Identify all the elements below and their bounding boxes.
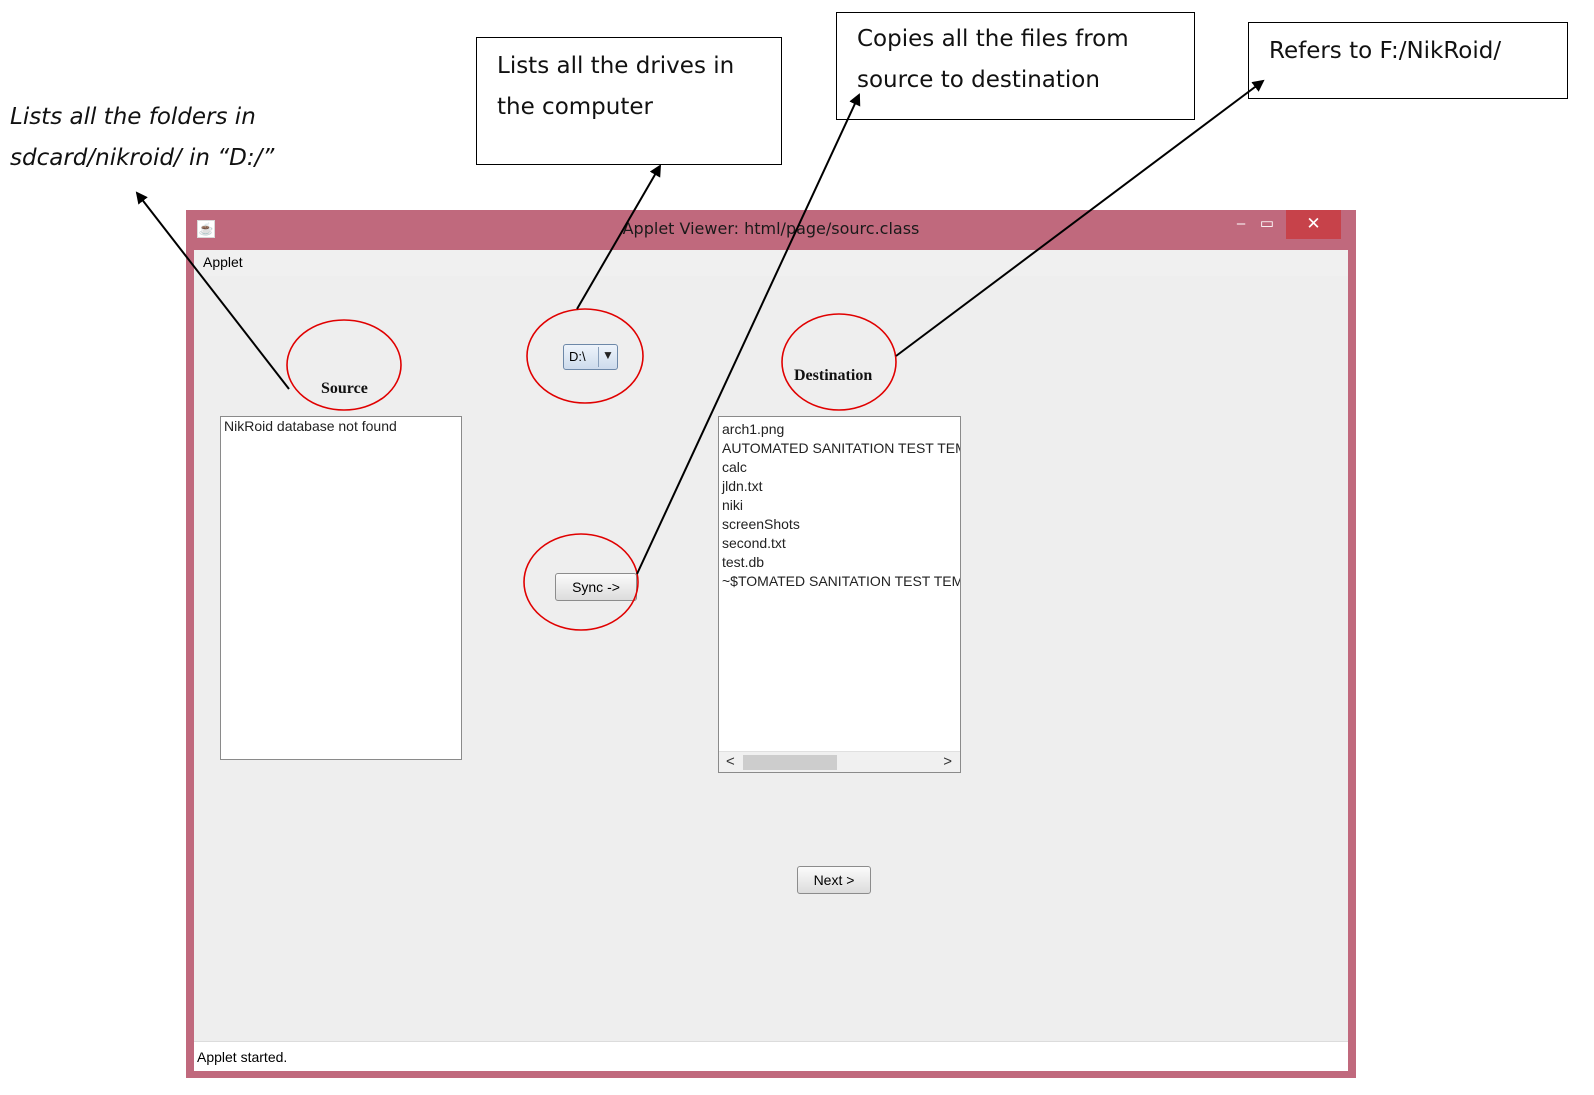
chevron-down-icon[interactable]: ▼ [602,348,614,362]
list-item[interactable]: screenShots [719,515,960,534]
applet-viewer-window: ☕ Applet Viewer: html/page/sourc.class –… [186,210,1356,1078]
status-text: Applet started. [197,1049,288,1065]
status-bar: Applet started. [194,1041,1348,1071]
copy-annotation: Copies all the files from source to dest… [836,12,1195,120]
scroll-right-icon[interactable]: > [943,753,952,770]
destination-heading: Destination [794,367,873,384]
list-item[interactable]: calc [719,458,960,477]
drives-annotation: Lists all the drives in the computer [476,37,782,165]
window-title: Applet Viewer: html/page/sourc.class [622,219,920,238]
list-item[interactable]: second.txt [719,534,960,553]
list-item[interactable]: niki [719,496,960,515]
source-heading: Source [321,380,368,397]
horizontal-scrollbar[interactable]: < > [719,751,960,772]
drive-select[interactable]: D:\ ▼ [563,344,618,370]
close-button[interactable]: ✕ [1286,210,1341,239]
menu-bar: Applet [194,250,1348,276]
minimize-button[interactable]: – [1228,210,1254,239]
destination-list[interactable]: arch1.png AUTOMATED SANITATION TEST TEMP… [718,416,961,773]
applet-client-area: Applet Source NikRoid database not found… [194,250,1348,1071]
folders-annotation: Lists all the folders in sdcard/nikroid/… [10,104,275,171]
next-button[interactable]: Next > [797,866,871,894]
sync-button[interactable]: Sync -> [555,573,637,601]
refers-annotation: Refers to F:/NikRoid/ [1248,22,1568,99]
list-item[interactable]: NikRoid database not found [221,417,461,436]
list-item[interactable]: jldn.txt [719,477,960,496]
title-bar[interactable]: ☕ Applet Viewer: html/page/sourc.class –… [186,210,1356,250]
drive-select-value: D:\ [569,349,586,364]
list-item[interactable]: arch1.png [719,420,960,439]
menu-applet[interactable]: Applet [203,254,243,270]
list-item[interactable]: AUTOMATED SANITATION TEST TEMPLATE [719,439,960,458]
source-list[interactable]: NikRoid database not found [220,416,462,760]
maximize-button[interactable]: ▭ [1254,210,1280,239]
scroll-left-icon[interactable]: < [726,753,735,770]
scrollbar-thumb[interactable] [743,755,837,770]
list-item[interactable]: ~$TOMATED SANITATION TEST TEMPLATE [719,572,960,591]
list-item[interactable]: test.db [719,553,960,572]
drive-select-separator [598,347,599,367]
